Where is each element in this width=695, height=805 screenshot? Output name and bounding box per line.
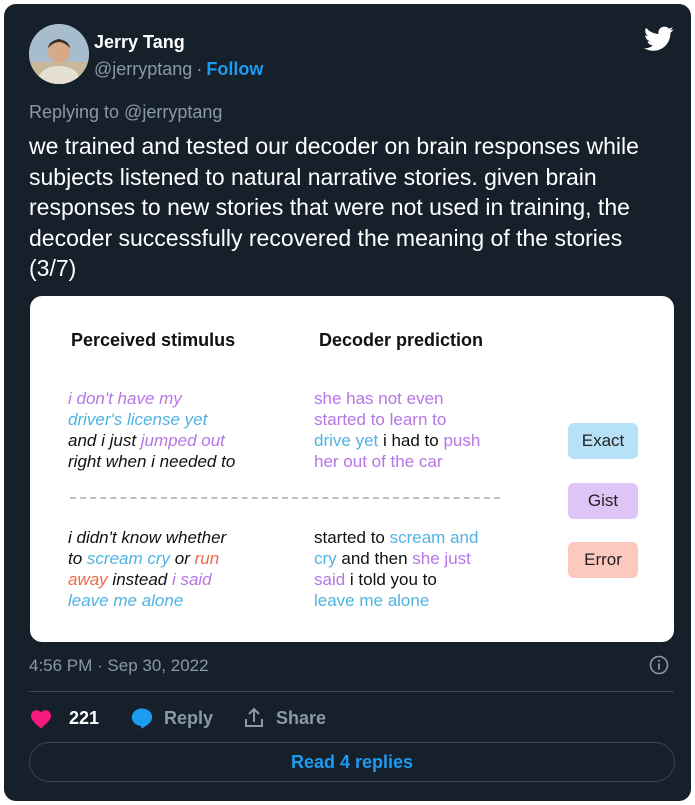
figure-text-segment: she just (412, 549, 471, 568)
figure-text-segment: instead (107, 570, 172, 589)
share-icon (245, 707, 263, 727)
figure-text-segment: run (194, 549, 220, 568)
figure-text-segment: scream and (389, 528, 479, 547)
decoder-prediction-header: Decoder prediction (319, 330, 484, 350)
example1-prediction: she has not even started to learn to drive… (314, 388, 480, 472)
heart-icon (31, 710, 51, 729)
share-button[interactable]: Share (242, 706, 326, 730)
figure-text-line: driver's license yet (68, 409, 235, 430)
reply-icon (131, 708, 153, 729)
info-icon[interactable] (649, 655, 669, 675)
figure-text-line: started to learn to (314, 409, 480, 430)
figure-text-segment: scream cry (86, 549, 171, 568)
figure-text-segment: leave me alone (68, 591, 184, 610)
figure-text-segment: and i just (68, 431, 141, 450)
like-count: 221 (69, 707, 100, 728)
legend-gist: Gist (568, 483, 638, 519)
figure-text-segment: away (68, 570, 108, 589)
avatar[interactable] (29, 24, 89, 84)
figure-text-segment: said (314, 570, 346, 589)
example2-stimulus: i didn't know whether to scream cry or ru… (68, 527, 226, 611)
figure-text-segment: push (443, 431, 481, 450)
figure-text-segment: her out of the car (314, 452, 443, 471)
author-name[interactable]: Jerry Tang (94, 32, 185, 53)
legend-error: Error (568, 542, 638, 578)
timestamp[interactable]: 4:56 PM · Sep 30, 2022 (29, 656, 209, 676)
figure-text-line: started to scream and (314, 527, 478, 548)
figure-text-line: said i told you to (314, 569, 478, 590)
figure-text-segment: i said (171, 570, 212, 589)
tweet-text: we trained and tested our decoder on bra… (29, 133, 639, 281)
figure-text-segment: cry (314, 549, 337, 568)
example1-stimulus: i don't have my driver's license yet and i… (68, 388, 235, 472)
reply-button[interactable]: Reply (130, 706, 213, 730)
follow-button[interactable]: Follow (206, 59, 263, 79)
figure-text-segment: to (68, 549, 87, 568)
figure-text-segment: i had to (378, 431, 444, 450)
like-button[interactable]: 221 (29, 706, 99, 730)
figure-text-line: and i just jumped out (68, 430, 235, 451)
figure-text-segment: started to learn to (314, 410, 447, 429)
figure-text-line: drive yet i had to push (314, 430, 480, 451)
share-label: Share (276, 707, 327, 728)
figure-text-segment: i told you to (345, 570, 437, 589)
author-handle[interactable]: @jerryptang (94, 59, 192, 79)
figure-text-line: away instead i said (68, 569, 226, 590)
figure-text-segment: right when i needed to (68, 452, 236, 471)
separator-dot: · (196, 59, 203, 79)
figure-text-line: leave me alone (68, 590, 226, 611)
example2-prediction: started to scream and cry and then she ju… (314, 527, 478, 611)
figure-text-segment: leave me alone (314, 591, 430, 610)
figure-text-segment: or (170, 549, 195, 568)
figure-text-line: i don't have my (68, 388, 235, 409)
figure-text-line: cry and then she just (314, 548, 478, 569)
perceived-stimulus-header: Perceived stimulus (71, 330, 236, 350)
figure-text-segment: she has not even (314, 389, 444, 408)
tweet-image[interactable]: Perceived stimulus Decoder prediction i … (30, 296, 674, 642)
read-replies-button[interactable]: Read 4 replies (29, 742, 675, 782)
divider-dashed (70, 497, 500, 499)
author-handle-line: @jerryptang · Follow (94, 59, 263, 80)
figure-text-segment: jumped out (140, 431, 225, 450)
figure-text-segment: i didn't know whether (68, 528, 227, 547)
divider (29, 691, 674, 692)
figure-text-segment: drive yet (314, 431, 379, 450)
figure-text-line: her out of the car (314, 451, 480, 472)
legend-exact: Exact (568, 423, 638, 459)
figure-text-line: to scream cry or run (68, 548, 226, 569)
reply-label: Reply (164, 707, 214, 728)
figure-text-segment: driver's license yet (68, 410, 208, 429)
twitter-bird-icon[interactable] (644, 26, 674, 52)
figure-text-line: leave me alone (314, 590, 478, 611)
tweet-card: Jerry Tang @jerryptang · Follow Replying t… (4, 4, 691, 801)
figure-text-line: right when i needed to (68, 451, 235, 472)
figure-text-segment: i don't have my (68, 389, 182, 408)
figure-text-segment: started to (314, 528, 390, 547)
figure-text-segment: and then (336, 549, 413, 568)
figure-text-line: i didn't know whether (68, 527, 226, 548)
replying-to[interactable]: Replying to @jerryptang (29, 102, 222, 123)
figure-text-line: she has not even (314, 388, 480, 409)
